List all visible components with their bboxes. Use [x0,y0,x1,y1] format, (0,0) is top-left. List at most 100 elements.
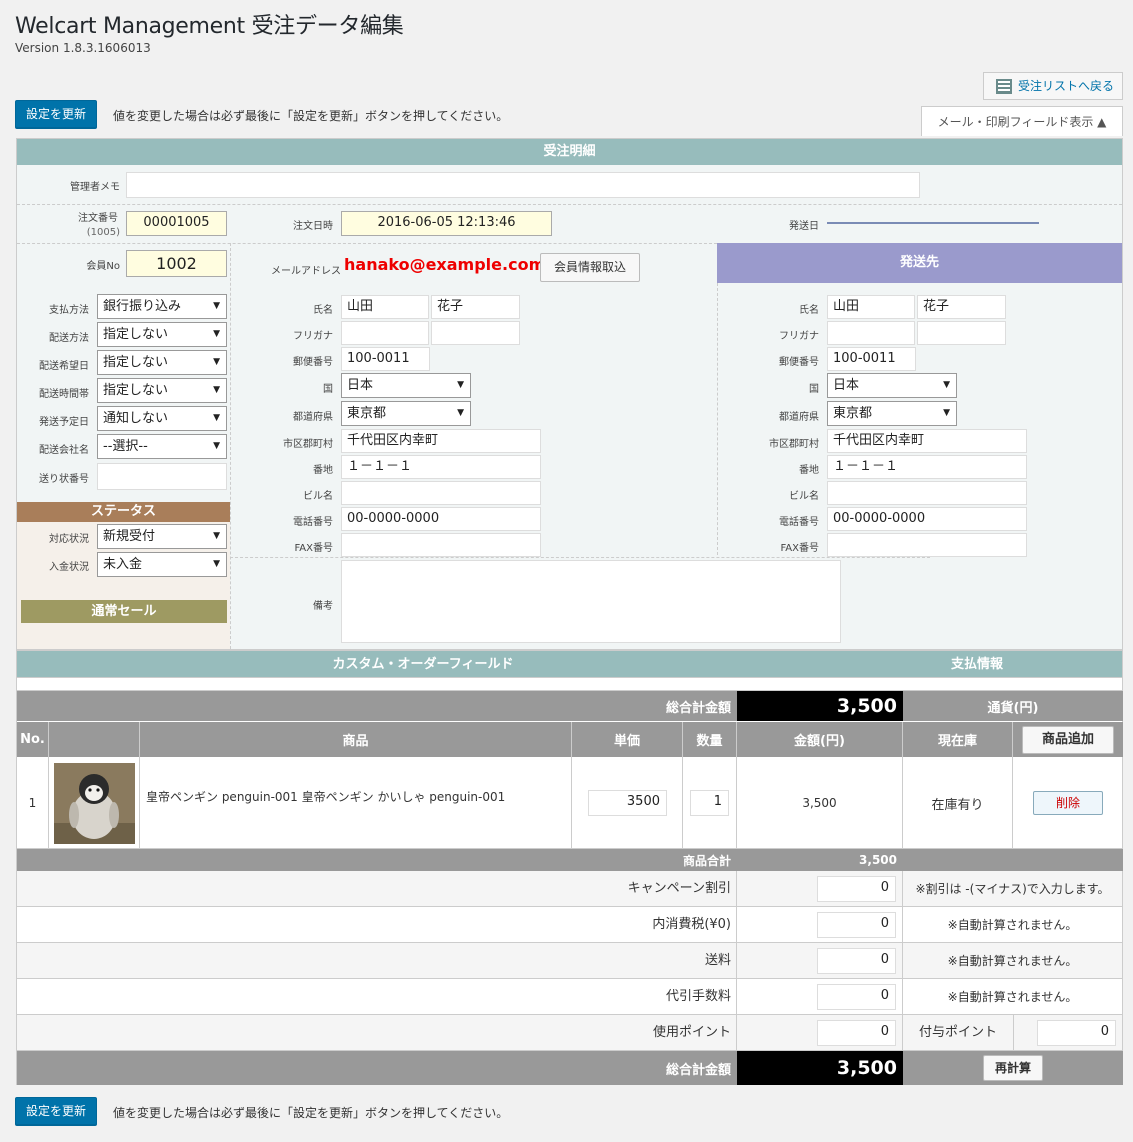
customer-first-kana-input[interactable] [431,321,520,345]
tracking-input[interactable] [97,463,227,490]
total-value-bottom: 3,500 [737,1051,903,1085]
cod-input[interactable]: 0 [817,984,896,1010]
chevron-down-icon: ▼ [457,408,464,418]
divider [571,757,572,849]
item-image-cell [49,757,140,849]
customer-city-input[interactable]: 千代田区内幸町 [341,429,541,453]
customer-last-kana-input[interactable] [341,321,429,345]
delivery-country-select[interactable]: 日本 ▼ [827,373,957,398]
col-stock: 現在庫 [903,722,1013,757]
add-item-button[interactable]: 商品追加 [1022,725,1114,754]
admin-memo-textarea[interactable] [126,172,920,198]
order-no-value: 00001005 [126,211,227,236]
note-textarea[interactable] [341,560,841,643]
customer-last-name-input[interactable]: 山田 [341,295,429,319]
col-no: No. [17,722,49,757]
delivery-date-value: 指定しない [103,355,169,370]
delivery-zip-label: 郵便番号 [779,357,819,368]
order-no-label: 注文番号 [78,213,118,224]
mail-print-field-toggle[interactable]: メール・印刷フィールド表示 ▲ [921,106,1123,136]
delivery-tel-input[interactable]: 00-0000-0000 [827,507,1027,531]
payment-label: 支払方法 [49,305,89,316]
customer-first-name-input[interactable]: 花子 [431,295,520,319]
shipping-input[interactable]: 0 [817,948,896,974]
back-to-order-list-button[interactable]: 受注リストへ戻る [983,72,1123,100]
shipping-note: ※自動計算されません。 [947,954,1078,968]
ship-plan-select[interactable]: 通知しない ▼ [97,406,227,431]
delivery-tel-label: 電話番号 [779,517,819,528]
admin-memo-label: 管理者メモ [70,182,120,193]
chevron-down-icon: ▼ [213,531,220,541]
update-button-bottom[interactable]: 設定を更新 [15,1097,98,1125]
customer-building-input[interactable] [341,481,541,505]
delivery-building-input[interactable] [827,481,1027,505]
delivery-last-name-input[interactable]: 山田 [827,295,915,319]
customer-pref-select[interactable]: 東京都 ▼ [341,401,471,426]
customer-country-label: 国 [323,384,333,395]
delete-item-button[interactable]: 削除 [1033,791,1103,815]
recalc-cell: 再計算 [903,1051,1123,1085]
cart-table: 総合計金額 3,500 通貨(円) No. 商品 単価 数量 金額(円) 現在庫… [16,690,1123,1085]
customer-zip-input[interactable]: 100-0011 [341,347,430,371]
recalculate-button[interactable]: 再計算 [983,1055,1043,1081]
delivery-method-value: 指定しない [103,327,169,342]
update-button-top[interactable]: 設定を更新 [15,100,98,128]
response-select[interactable]: 新規受付 ▼ [97,524,227,549]
delivery-date-select[interactable]: 指定しない ▼ [97,350,227,375]
grant-points-label: 付与ポイント [918,1025,997,1040]
back-label: 受注リストへ戻る [1018,79,1115,93]
tax-row: 内消費税(¥0) 0 ※自動計算されません。 [17,907,1122,943]
delivery-country-value: 日本 [833,378,860,393]
custom-fields-bar: カスタム・オーダーフィールド 支払情報 [16,650,1123,678]
payment-status-select[interactable]: 未入金 ▼ [97,552,227,577]
divider [736,943,737,979]
customer-pref-value: 東京都 [347,406,387,421]
delivery-fax-input[interactable] [827,533,1027,557]
tax-input[interactable]: 0 [817,912,896,938]
chevron-down-icon: ▼ [213,329,220,339]
divider [230,243,231,649]
delivery-first-kana-input[interactable] [917,321,1006,345]
item-qty-input[interactable]: 1 [690,790,729,816]
subtotal-value: 3,500 [737,849,903,871]
delivery-first-name-input[interactable]: 花子 [917,295,1006,319]
campaign-input[interactable]: 0 [817,876,896,902]
delivery-pref-select[interactable]: 東京都 ▼ [827,401,957,426]
update-note-top: 値を変更した場合は必ず最後に「設定を更新」ボタンを押してください。 [113,109,509,123]
member-no-value: 1002 [126,250,227,277]
col-item: 商品 [140,722,572,757]
carrier-select[interactable]: --選択-- ▼ [97,434,227,459]
fetch-member-info-button[interactable]: 会員情報取込 [540,253,640,282]
grant-points-input[interactable]: 0 [1037,1020,1116,1046]
customer-country-select[interactable]: 日本 ▼ [341,373,471,398]
customer-addr-input[interactable]: １－１－１ [341,455,541,479]
version-text: Version 1.8.3.1606013 [15,41,151,55]
ship-date-value[interactable] [827,222,1039,224]
customer-tel-input[interactable]: 00-0000-0000 [341,507,541,531]
chevron-down-icon: ▼ [213,301,220,311]
delivery-pref-label: 都道府県 [779,412,819,423]
item-price-input[interactable]: 3500 [588,790,667,816]
payment-select[interactable]: 銀行振り込み ▼ [97,294,227,319]
divider [17,204,1122,205]
delivery-time-select[interactable]: 指定しない ▼ [97,378,227,403]
points-input[interactable]: 0 [817,1020,896,1046]
col-amount: 金額(円) [737,722,903,757]
delivery-addr-input[interactable]: １－１－１ [827,455,1027,479]
customer-city-label: 市区郡町村 [283,439,333,450]
total-value-top: 3,500 [737,691,903,721]
delivery-last-kana-input[interactable] [827,321,915,345]
table-row: 1 皇帝ペンギン penguin-001 皇帝ペンギン かいしゃ penguin… [17,757,1122,849]
chevron-down-icon: ▼ [213,357,220,367]
delivery-zip-input[interactable]: 100-0011 [827,347,916,371]
customer-building-label: ビル名 [303,491,333,502]
delivery-method-select[interactable]: 指定しない ▼ [97,322,227,347]
order-date-value: 2016-06-05 12:13:46 [341,211,552,236]
divider [736,979,737,1015]
order-no-sub: (1005) [86,227,120,238]
customer-fax-input[interactable] [341,533,541,557]
carrier-value: --選択-- [103,439,148,454]
delivery-city-input[interactable]: 千代田区内幸町 [827,429,1027,453]
ship-plan-label: 発送予定日 [39,417,89,428]
chevron-down-icon: ▼ [213,441,220,451]
